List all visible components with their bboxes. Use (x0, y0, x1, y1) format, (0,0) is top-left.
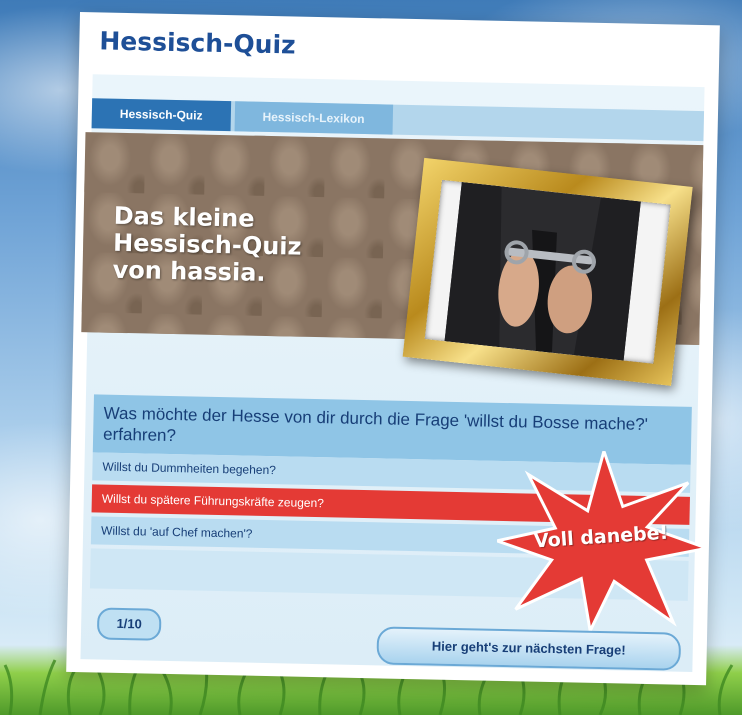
picture-frame (402, 157, 693, 386)
question-counter: 1/10 (96, 607, 162, 641)
banner-headline: Das kleine Hessisch-Quiz von hassia. (112, 202, 302, 288)
quiz-panel: Hessisch-Quiz Hessisch-Quiz Hessisch-Lex… (66, 12, 720, 686)
tab-hessisch-lexikon[interactable]: Hessisch-Lexikon (234, 101, 393, 135)
next-question-button[interactable]: Hier geht's zur nächsten Frage! (376, 626, 682, 671)
handcuffs-photo (424, 179, 671, 364)
page-title: Hessisch-Quiz (99, 26, 296, 60)
banner-line-3: von hassia. (112, 255, 266, 287)
quiz-banner: Das kleine Hessisch-Quiz von hassia. (81, 132, 704, 386)
tab-hessisch-quiz[interactable]: Hessisch-Quiz (91, 98, 231, 132)
